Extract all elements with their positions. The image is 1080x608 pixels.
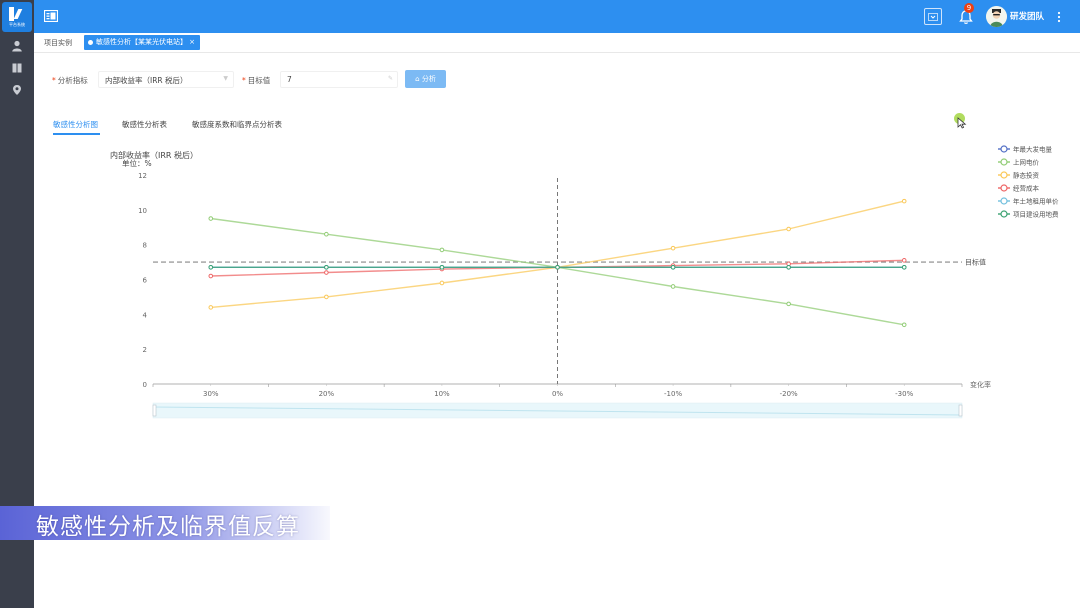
indicator-value: 内部收益率（IRR 税后） (105, 76, 188, 85)
data-zoom-slider[interactable] (152, 402, 963, 419)
y-tick-label: 6 (143, 277, 148, 285)
user-name[interactable]: 研发团队 (1010, 10, 1044, 22)
x-tick-label: -10% (664, 390, 682, 398)
legend-label: 上网电价 (1013, 158, 1040, 167)
subtab-sensitivity-chart[interactable]: 敏感性分析图 (53, 119, 98, 130)
logo-text: 平台系统 (9, 22, 25, 27)
data-point (670, 265, 676, 270)
legend-marker (1000, 184, 1008, 192)
data-point (208, 273, 214, 279)
data-point (786, 265, 791, 270)
data-point (439, 280, 445, 286)
subtab-sensitivity-table[interactable]: 敏感性分析表 (122, 119, 167, 130)
data-point (208, 265, 214, 270)
data-point (901, 198, 907, 204)
app-logo[interactable]: 平台系统 (2, 2, 32, 32)
x-tick-label: 30% (203, 390, 219, 398)
x-tick-label: -30% (895, 390, 913, 398)
data-point (324, 231, 329, 237)
x-tick-label: -20% (780, 390, 798, 398)
x-tick-label: 0% (552, 390, 563, 398)
home-icon: ⌂ (415, 75, 420, 83)
indicator-label: * 分析指标 (52, 76, 88, 85)
chart-legend[interactable]: 年最大发电量上网电价静态投资经营成本年土地租用单价项目建设用地费 (998, 145, 1059, 219)
data-point (670, 245, 676, 251)
legend-marker (1000, 197, 1008, 205)
legend-label: 年最大发电量 (1013, 145, 1053, 154)
data-point (324, 265, 329, 270)
data-point (786, 301, 791, 307)
tab-label: 敏感性分析【某某光伏电站】 (96, 38, 187, 46)
data-point (786, 226, 791, 232)
expand-button[interactable] (924, 8, 942, 25)
data-point (901, 322, 907, 328)
data-point (439, 247, 445, 253)
legend-marker (1000, 171, 1008, 179)
avatar-image-icon (986, 6, 1007, 27)
indicator-select[interactable]: 内部收益率（IRR 税后） ▼ (98, 71, 234, 88)
legend-label: 静态投资 (1013, 171, 1040, 180)
sensitivity-chart: 内部收益率（IRR 税后） 单位：% 02468101230% 20% 10% 0% -… (110, 145, 1059, 419)
target-value: 7 (287, 75, 292, 84)
edit-icon: ✎ (387, 75, 393, 82)
top-bar: 9 研发团队 (34, 0, 1080, 33)
menu-toggle-icon[interactable] (44, 10, 58, 22)
notification-badge: 9 (964, 3, 974, 13)
data-point (439, 265, 445, 270)
chart-axes: 0 2 4 6 8 10 12 30% 20% 10% 0% -10% -20% -30% 变化率 目标值 (138, 172, 991, 398)
x-axis-title: 变化率 (970, 380, 991, 389)
book-icon[interactable] (11, 62, 23, 74)
more-vertical-icon[interactable] (1057, 11, 1061, 23)
data-point (670, 284, 676, 289)
subtab-coefficient-table[interactable]: 敏感度系数和临界点分析表 (192, 119, 282, 130)
data-point (555, 265, 560, 270)
data-point (208, 216, 214, 221)
y-tick-label: 10 (138, 207, 147, 215)
data-point (324, 294, 329, 300)
legend-marker (1000, 210, 1008, 218)
target-line-label: 目标值 (965, 258, 986, 267)
logo-mark-icon (8, 7, 26, 21)
cursor-arrow-icon (957, 117, 967, 129)
app-window: 平台系统 9 研发团队 项目实例 敏感性分析【某某光伏电站】 × * 分析指标 … (0, 0, 1080, 608)
x-tick-label: 20% (319, 390, 335, 398)
y-tick-label: 4 (143, 311, 148, 319)
tab-project-instance[interactable]: 项目实例 (44, 38, 72, 48)
location-icon[interactable] (11, 84, 23, 96)
avatar[interactable] (986, 6, 1007, 27)
target-input[interactable]: 7 ✎ (280, 71, 398, 88)
y-tick-label: 0 (143, 381, 147, 389)
legend-marker (1000, 145, 1008, 153)
close-tab-icon[interactable]: × (189, 35, 195, 50)
page-tabs-bar: 项目实例 敏感性分析【某某光伏电站】 × (34, 33, 1080, 53)
zoom-handle-right (958, 404, 963, 417)
y-axis-unit: 单位：% (122, 158, 152, 168)
chevron-down-icon (928, 12, 938, 21)
data-point (901, 265, 907, 270)
active-subtab-indicator (53, 133, 100, 135)
tab-sensitivity-analysis[interactable]: 敏感性分析【某某光伏电站】 × (84, 35, 200, 50)
x-tick-label: 10% (434, 390, 450, 398)
legend-label: 经营成本 (1013, 184, 1040, 193)
legend-label: 年土地租用单价 (1013, 197, 1059, 206)
user-icon[interactable] (11, 40, 23, 52)
legend-marker (1000, 158, 1008, 166)
data-point (324, 270, 329, 275)
video-caption-text: 敏感性分析及临界值反算 (36, 514, 300, 540)
data-point (901, 258, 907, 263)
y-tick-label: 2 (143, 346, 147, 354)
target-label: * 目标值 (242, 76, 271, 85)
chevron-down-icon: ▼ (223, 75, 228, 82)
y-tick-label: 8 (143, 242, 147, 250)
legend-label: 项目建设用地费 (1013, 210, 1059, 219)
analyze-button[interactable]: ⌂ 分析 (405, 70, 446, 88)
y-tick-label: 12 (138, 172, 147, 180)
data-point (208, 305, 214, 310)
active-dot-icon (88, 40, 93, 45)
zoom-handle-left (152, 404, 157, 417)
